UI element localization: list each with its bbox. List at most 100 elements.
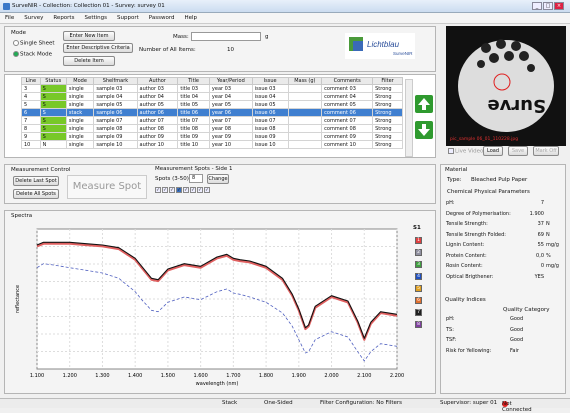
param-unit: N	[546, 221, 550, 227]
delete-last-spot-button[interactable]: Delete Last Spot	[13, 176, 59, 186]
column-header[interactable]: Comments	[321, 77, 374, 85]
table-scrollbar[interactable]	[405, 79, 413, 157]
spectrum-swatch[interactable]: 5	[415, 285, 422, 292]
spectrum-swatch[interactable]: 4	[415, 273, 422, 280]
spot-checkbox[interactable]: ✓	[155, 187, 161, 193]
table-cell: author 08	[136, 124, 179, 133]
table-cell	[287, 132, 323, 141]
spot-checkbox[interactable]: ✓	[190, 187, 196, 193]
lichtblau-logo: Lichtblau SurveNIR	[345, 33, 415, 59]
maximize-icon[interactable]: □	[543, 2, 553, 10]
status-supervisor: Supervisor: super 01	[440, 400, 498, 406]
column-header[interactable]: Line	[21, 77, 41, 85]
logo-icon: Lichtblau SurveNIR	[349, 37, 413, 56]
spectrum-swatch[interactable]: 2	[415, 249, 422, 256]
x-tick-label: 1.800	[259, 373, 273, 379]
table-cell: issue 06	[251, 108, 289, 117]
quality-value: Fair	[510, 347, 519, 354]
spot-checkbox[interactable]: ✓	[169, 187, 175, 193]
x-tick-label: 1.300	[95, 373, 109, 379]
table-row[interactable]: 8 Ssingle sample 08 author 08 title 08 year 0…	[21, 124, 403, 133]
spectrum-swatch[interactable]: 8	[415, 321, 422, 328]
column-header[interactable]: Mode	[65, 77, 95, 85]
mass-input[interactable]	[191, 32, 261, 41]
param-value: 7	[540, 200, 544, 206]
menu-reports[interactable]: Reports	[48, 13, 79, 23]
table-cell: sample 07	[93, 116, 138, 125]
table-cell: author 04	[136, 92, 179, 101]
enter-new-item-button[interactable]: Enter New Item	[63, 31, 115, 41]
column-header[interactable]: Title	[177, 77, 210, 85]
table-cell: Strong	[372, 100, 403, 109]
table-row[interactable]: 3 Ssingle sample 03 author 03 title 03 year 0…	[21, 84, 403, 93]
close-icon[interactable]: ×	[554, 2, 564, 10]
table-cell: comment 06	[321, 108, 374, 117]
menu-settings[interactable]: Settings	[79, 13, 112, 23]
radio-stack[interactable]: Stack Mode	[13, 51, 52, 58]
column-header[interactable]: Year/Period	[208, 77, 253, 85]
save-button[interactable]: Save	[508, 146, 528, 156]
enter-descriptive-criteria-button[interactable]: Enter Descriptive Criteria	[63, 43, 133, 53]
svg-text:Lichtblau: Lichtblau	[367, 40, 400, 49]
column-header[interactable]: Status	[39, 77, 67, 85]
delete-item-button[interactable]: Delete Item	[63, 56, 115, 66]
param-value: 69	[537, 231, 544, 238]
menu-help[interactable]: Help	[179, 13, 202, 23]
table-row[interactable]: 7 Ssingle sample 07 author 07 title 07 year 0…	[21, 116, 403, 125]
items-table-panel: Line Status Mode Shelfmark Author Title Year/P…	[4, 74, 436, 158]
spot-checkbox[interactable]: ✓	[204, 187, 210, 193]
spectrum-swatch[interactable]: 1	[415, 237, 422, 244]
spot-checkbox[interactable]: ✓	[183, 187, 189, 193]
table-cell: single	[65, 92, 95, 101]
spot-checkbox[interactable]: ✓	[162, 187, 168, 193]
move-up-arrow-icon[interactable]	[415, 95, 433, 113]
column-header[interactable]: Mass (g)	[287, 77, 323, 85]
status-sided: One-Sided	[264, 400, 293, 406]
table-cell: title 04	[177, 92, 210, 101]
table-cell: 7	[21, 116, 41, 125]
live-video-checkbox[interactable]: Live Video	[448, 148, 483, 155]
table-row[interactable]: 4 Ssingle sample 04 author 04 title 04 year 0…	[21, 92, 403, 101]
table-cell	[287, 116, 323, 125]
spot-checkbox[interactable]: ✓	[197, 187, 203, 193]
menu-support[interactable]: Support	[112, 13, 144, 23]
table-cell: Strong	[372, 84, 403, 93]
mark-off-button[interactable]: Mark Off	[533, 146, 559, 156]
column-header[interactable]: Issue	[251, 77, 289, 85]
spots-count-label: Spots (3-50):	[155, 176, 191, 182]
table-cell: author 10	[136, 140, 179, 149]
table-row[interactable]: 9 Ssingle sample 09 author 09 title 09 year 0…	[21, 132, 403, 141]
table-cell: S	[39, 84, 67, 93]
svg-text:SurveNIR: SurveNIR	[393, 51, 413, 56]
table-cell: S	[39, 100, 67, 109]
column-header[interactable]: Shelfmark	[93, 77, 138, 85]
spots-count-input[interactable]: 8	[189, 174, 203, 183]
table-row[interactable]: 10 Nsingle sample 10 author 10 title 10 year …	[21, 140, 403, 149]
measure-spot-button[interactable]: Measure Spot	[67, 175, 147, 199]
param-unit: mg/g	[546, 242, 559, 248]
minimize-icon[interactable]: _	[532, 2, 542, 10]
table-cell: issue 07	[251, 116, 289, 125]
table-row[interactable]: 6 Sstack sample 06 author 06 title 06 year 06…	[21, 108, 403, 117]
spot-checkbox[interactable]: ✓	[176, 187, 182, 193]
column-header[interactable]: Filter	[372, 77, 403, 85]
table-row[interactable]: 5 Ssingle sample 05 author 05 title 05 year 0…	[21, 100, 403, 109]
chem-params-label: Chemical Physical Parameters	[447, 189, 530, 195]
menu-file[interactable]: File	[0, 13, 19, 23]
menu-survey[interactable]: Survey	[19, 13, 48, 23]
load-button[interactable]: Load	[483, 146, 503, 156]
spectrum-swatch[interactable]: 6	[415, 297, 422, 304]
table-cell: comment 09	[321, 132, 374, 141]
quality-label: TS:	[446, 326, 454, 333]
menu-password[interactable]: Password	[144, 13, 180, 23]
param-value: YES	[534, 273, 544, 280]
delete-all-spots-button[interactable]: Delete All Spots	[13, 189, 59, 199]
spectrum-swatch[interactable]: 7	[415, 309, 422, 316]
spectrum-swatch[interactable]: 3	[415, 261, 422, 268]
move-down-arrow-icon[interactable]	[415, 121, 433, 139]
radio-single[interactable]: Single Sheet	[13, 40, 55, 47]
param-label: Rosin Content:	[446, 263, 483, 269]
change-button[interactable]: Change	[207, 174, 229, 184]
camera-view: Surve pic_sample 06_01_110228.jpg	[446, 26, 566, 146]
column-header[interactable]: Author	[136, 77, 179, 85]
